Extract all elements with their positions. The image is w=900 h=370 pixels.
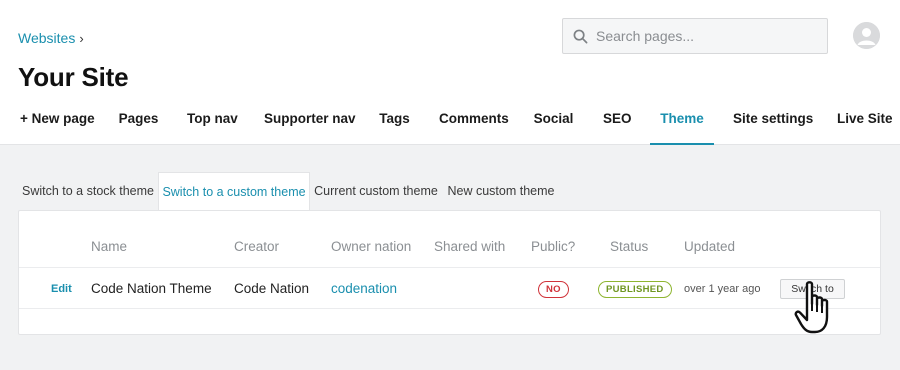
theme-name: Code Nation Theme <box>91 281 212 296</box>
breadcrumb: Websites › <box>18 30 84 46</box>
themes-table: Name Creator Owner nation Shared with Pu… <box>18 210 881 335</box>
owner-nation-link[interactable]: codenation <box>331 281 397 296</box>
nav-top-nav[interactable]: Top nav <box>187 100 238 145</box>
nav-comments[interactable]: Comments <box>439 100 509 145</box>
chevron-right-icon: › <box>79 30 84 46</box>
search-icon <box>573 29 588 43</box>
nav-supporter-nav[interactable]: Supporter nav <box>264 100 356 145</box>
nav-new-page[interactable]: + New page <box>20 100 95 145</box>
theme-creator: Code Nation <box>234 281 310 296</box>
public-badge: NO <box>538 281 569 298</box>
nav-theme[interactable]: Theme <box>650 100 714 145</box>
tab-custom-theme[interactable]: Switch to a custom theme <box>158 172 310 212</box>
updated-timestamp: over 1 year ago <box>684 283 761 295</box>
row-divider <box>19 308 880 309</box>
site-nav: + New page Pages Top nav Supporter nav T… <box>0 100 900 145</box>
breadcrumb-websites-link[interactable]: Websites <box>18 30 75 46</box>
nav-site-settings[interactable]: Site settings <box>733 100 813 145</box>
page-title: Your Site <box>18 62 129 92</box>
column-header-owner-nation: Owner nation <box>331 239 412 254</box>
user-avatar-icon[interactable] <box>853 22 880 49</box>
column-header-creator: Creator <box>234 239 280 254</box>
tab-new-custom-theme[interactable]: New custom theme <box>442 172 560 211</box>
nav-seo[interactable]: SEO <box>603 100 632 145</box>
nav-pages[interactable]: Pages <box>118 100 159 145</box>
column-header-name: Name <box>91 239 128 254</box>
column-header-status: Status <box>610 239 649 254</box>
tab-current-custom-theme[interactable]: Current custom theme <box>310 172 442 211</box>
row-divider <box>19 267 880 268</box>
header: Websites › Your Site + New page Pages To… <box>0 0 900 145</box>
hand-pointer-cursor-icon <box>794 281 829 334</box>
tab-stock-theme[interactable]: Switch to a stock theme <box>18 172 158 211</box>
search-input[interactable] <box>596 28 806 44</box>
search-box[interactable] <box>562 18 828 54</box>
nav-tags[interactable]: Tags <box>378 100 411 145</box>
column-header-public: Public? <box>531 239 576 254</box>
edit-link[interactable]: Edit <box>51 283 72 295</box>
theme-tabs: Switch to a stock theme Switch to a cust… <box>18 172 563 212</box>
nav-social[interactable]: Social <box>532 100 575 145</box>
column-header-updated: Updated <box>684 239 736 254</box>
column-header-shared-with: Shared with <box>434 239 506 254</box>
status-badge: PUBLISHED <box>598 281 672 298</box>
nav-live-site[interactable]: Live Site <box>837 100 893 145</box>
